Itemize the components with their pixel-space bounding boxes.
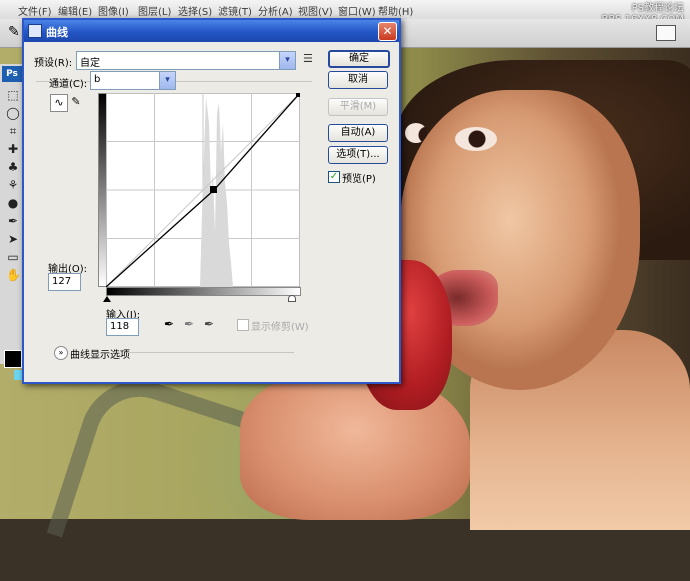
crop-tool-icon[interactable]: ⌗ [6, 124, 20, 138]
curve-endpoint[interactable] [296, 93, 300, 97]
eyedropper-tool-icon[interactable]: ✎ [8, 24, 20, 40]
healing-tool-icon[interactable]: ✚ [6, 142, 20, 156]
dialog-title: 曲线 [46, 26, 68, 39]
dialog-titlebar[interactable]: 曲线 ✕ [24, 20, 399, 42]
menu-view[interactable]: 视图(V) [298, 3, 333, 18]
preview-checkbox[interactable]: ✓ [328, 171, 340, 183]
lasso-tool-icon[interactable]: ◯ [6, 106, 20, 120]
options-button[interactable]: 选项(T)... [328, 146, 388, 164]
curve-display-options-label[interactable]: 曲线显示选项 [70, 346, 130, 361]
output-field[interactable]: 127 [48, 273, 81, 291]
hand-tool-icon[interactable]: ✋ [6, 268, 21, 282]
black-point-slider[interactable] [103, 296, 111, 302]
menu-layer[interactable]: 图层(L) [138, 3, 171, 18]
menu-edit[interactable]: 编辑(E) [58, 3, 92, 18]
preset-value: 自定 [80, 58, 100, 69]
curve-control-point[interactable] [210, 186, 217, 193]
channel-select[interactable]: b ▾ [90, 71, 176, 90]
white-point-slider[interactable] [288, 295, 296, 302]
preset-label: 预设(R): [34, 58, 73, 69]
pen-tool-icon[interactable]: ✒ [6, 214, 20, 228]
curves-dialog: 曲线 ✕ 预设(R): 自定 ▾ ☰ 通道(C): b ▾ ∿ ✎ 输出(O):… [22, 18, 401, 384]
path-select-icon[interactable]: ➤ [6, 232, 20, 246]
ok-button[interactable]: 确定 [328, 50, 390, 68]
watermark-line1: PS教程论坛 [631, 3, 684, 14]
chevron-down-icon: ▾ [159, 72, 175, 89]
black-eyedropper-icon[interactable]: ✒ [164, 317, 176, 331]
foreground-color-swatch[interactable] [4, 350, 22, 368]
preset-options-icon[interactable]: ☰ [303, 52, 313, 65]
show-clipping-label: 显示修剪(W) [251, 322, 309, 333]
cancel-button[interactable]: 取消 [328, 71, 388, 89]
curve-graph[interactable] [106, 93, 300, 287]
menu-window[interactable]: 窗口(W) [338, 3, 376, 18]
preview-label: 预览(P) [342, 174, 376, 185]
shape-tool-icon[interactable]: ▭ [6, 250, 20, 264]
auto-button[interactable]: 自动(A) [328, 124, 388, 142]
menu-bar: 文件(F) 编辑(E) 图像(I) 图层(L) 选择(S) 滤镜(T) 分析(A… [0, 0, 690, 25]
menu-filter[interactable]: 滤镜(T) [218, 3, 252, 18]
preset-select[interactable]: 自定 ▾ [76, 51, 296, 70]
show-clipping-checkbox[interactable] [237, 319, 249, 331]
eye-right [455, 127, 497, 151]
input-gradient-bar [106, 287, 301, 296]
curve-point-icon[interactable]: ∿ [50, 94, 68, 112]
menu-help[interactable]: 帮助(H) [378, 3, 413, 18]
white-eyedropper-icon[interactable]: ✒ [204, 317, 216, 331]
smooth-button[interactable]: 平滑(M) [328, 98, 388, 116]
channel-label: 通道(C): [49, 79, 88, 90]
stamp-tool-icon[interactable]: ♣ [6, 160, 20, 174]
menu-image[interactable]: 图像(I) [98, 3, 129, 18]
expander-divider [128, 352, 294, 353]
workspace-icon[interactable] [656, 25, 676, 41]
ps-logo: Ps [2, 66, 22, 82]
marquee-tool-icon[interactable]: ⬚ [6, 88, 20, 102]
menu-analysis[interactable]: 分析(A) [258, 3, 293, 18]
gray-eyedropper-icon[interactable]: ✒ [184, 317, 196, 331]
history-brush-icon[interactable]: ⚘ [6, 178, 20, 192]
close-button[interactable]: ✕ [378, 22, 397, 41]
dialog-app-icon [28, 24, 42, 38]
input-field[interactable]: 118 [106, 318, 139, 336]
blur-tool-icon[interactable]: ● [6, 196, 20, 210]
menu-select[interactable]: 选择(S) [178, 3, 212, 18]
chevron-down-icon: ▾ [279, 52, 295, 69]
expand-options-icon[interactable]: » [54, 346, 68, 360]
channel-value: b [94, 74, 101, 85]
pencil-icon[interactable]: ✎ [68, 94, 84, 110]
menu-file[interactable]: 文件(F) [18, 3, 52, 18]
eye-left [405, 123, 427, 143]
